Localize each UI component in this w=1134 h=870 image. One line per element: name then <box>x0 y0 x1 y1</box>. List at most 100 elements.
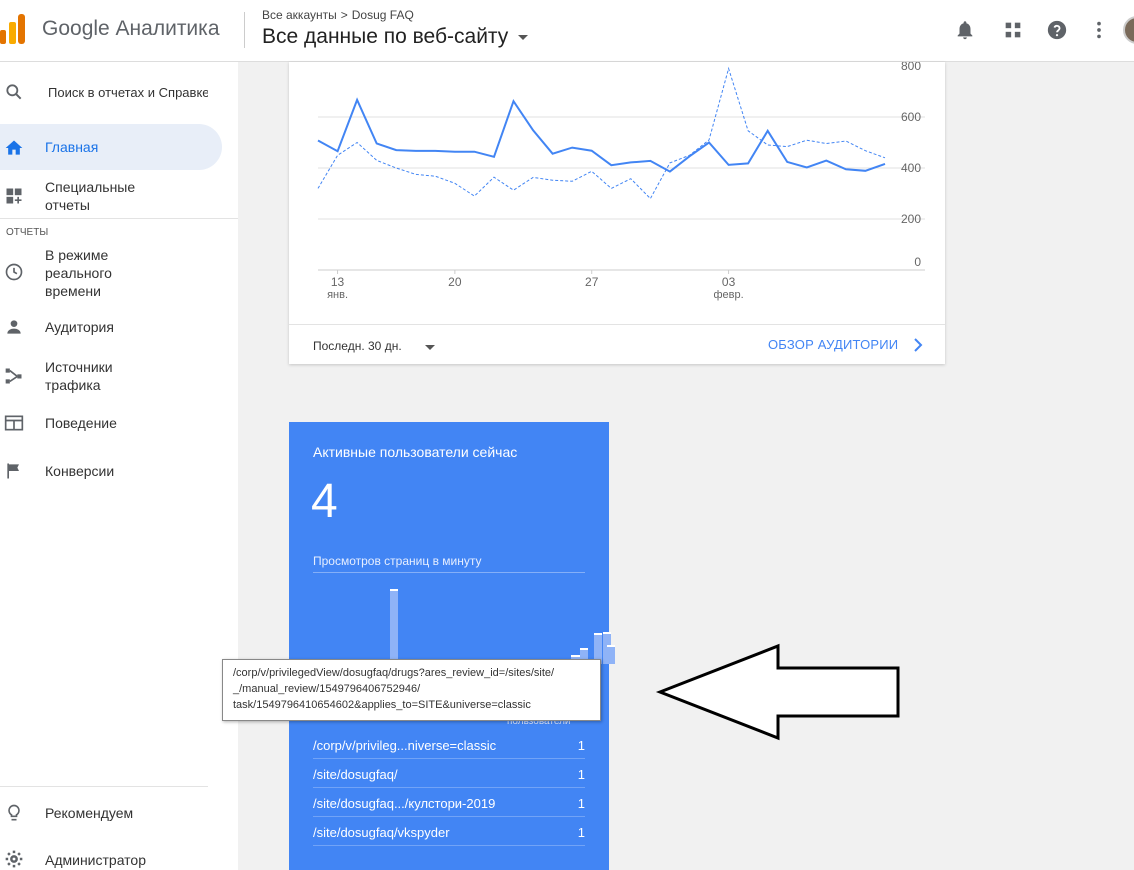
chevron-down-icon <box>518 34 529 40</box>
x-tick-label: 27 <box>585 275 599 289</box>
audience-overview-card: 800 600 400 200 0 13 янв. 20 27 03 февр. Последн. … <box>289 62 945 364</box>
page-users: 1 <box>577 767 585 782</box>
view-title: Все данные по веб-сайту <box>262 25 509 48</box>
flag-icon <box>7 463 19 479</box>
audience-overview-link[interactable]: ОБЗОР АУДИТОРИИ <box>768 337 898 352</box>
clock-icon <box>5 263 23 281</box>
dashboard-add-icon <box>6 188 22 204</box>
reports-section-header: ОТЧЕТЫ <box>6 227 49 238</box>
realtime-title: Активные пользователи сейчас <box>313 444 518 460</box>
page-users: 1 <box>577 738 585 753</box>
annotation-arrow-icon <box>655 643 900 741</box>
gear-icon <box>5 850 23 868</box>
sidebar-item-home[interactable]: Главная <box>0 124 222 170</box>
page-users: 1 <box>577 796 585 811</box>
comparison-series-line <box>317 66 886 200</box>
page-path: /site/dosugfaq.../кулстори-2019 <box>313 796 496 811</box>
x-tick-sublabel: янв. <box>327 289 348 301</box>
person-icon <box>7 320 21 334</box>
dropdown-caret-icon[interactable] <box>425 345 435 350</box>
x-tick-label: 03 <box>722 275 736 289</box>
sidebar-item-label: Поведение <box>45 415 117 431</box>
behavior-icon <box>4 415 24 431</box>
sessions-line-chart: 800 600 400 200 0 13янв. 20 27 03февр. <box>317 62 925 301</box>
y-tick-label: 800 <box>901 62 921 73</box>
product-name[interactable]: Google Аналитика <box>42 17 220 41</box>
sidebar-item-label: Конверсии <box>45 463 115 479</box>
search-icon <box>6 84 22 100</box>
bell-icon[interactable] <box>954 19 976 41</box>
sidebar-item-label: Главная <box>45 139 99 155</box>
y-tick-label: 0 <box>914 255 921 269</box>
header-divider <box>244 12 245 48</box>
sidebar-divider <box>0 786 208 787</box>
top-page-row[interactable]: /site/dosugfaq.../кулстори-2019 1 <box>313 788 585 817</box>
sidebar-item-label: В режиме реального времени <box>45 247 112 299</box>
pageviews-per-minute-label: Просмотров страниц в минуту <box>313 554 482 568</box>
search-box[interactable]: Поиск в отчетах и Справке <box>0 72 238 112</box>
top-page-row[interactable]: /corp/v/privileg...niverse=classic 1 <box>313 730 585 759</box>
page-path: /site/dosugfaq/ <box>313 767 398 782</box>
sidebar-item-acquisition[interactable]: Источники трафика <box>0 356 238 396</box>
x-tick-sublabel: февр. <box>713 289 743 301</box>
sidebar: Поиск в отчетах и Справке Главная Специа… <box>0 62 238 870</box>
x-tick-label: 13 <box>331 275 345 289</box>
date-range-selector[interactable]: Последн. 30 дн. <box>313 339 402 353</box>
pageviews-bar-chart <box>313 574 616 664</box>
sidebar-item-custom-reports[interactable]: Специальные отчеты <box>0 174 238 218</box>
page-users: 1 <box>577 825 585 840</box>
avatar[interactable] <box>1123 16 1134 44</box>
breadcrumb-account[interactable]: Dosug FAQ <box>352 8 414 22</box>
card-footer: Последн. 30 дн. ОБЗОР АУДИТОРИИ <box>289 324 945 364</box>
sidebar-item-label: Специальные отчеты <box>45 179 136 213</box>
top-page-row[interactable]: /site/dosugfaq/1 <box>313 759 585 788</box>
sidebar-divider <box>0 218 238 219</box>
sidebar-item-behavior[interactable]: Поведение <box>0 410 238 436</box>
sidebar-item-audience[interactable]: Аудитория <box>0 314 238 340</box>
active-users-count: 4 <box>311 475 338 528</box>
tooltip-line: _/manual_review/1549796406752946/ <box>233 683 421 695</box>
y-tick-label: 600 <box>901 110 921 124</box>
pageview-bar-cap <box>389 589 398 592</box>
page-path: /corp/v/privileg...niverse=classic <box>313 738 497 753</box>
x-tick-label: 20 <box>448 275 462 289</box>
y-tick-label: 400 <box>901 161 921 175</box>
breadcrumb[interactable]: Все аккаунты > Dosug FAQ <box>262 8 414 22</box>
pageview-bar <box>389 589 398 664</box>
help-icon[interactable] <box>1046 19 1068 41</box>
sidebar-item-label: Администратор <box>45 852 147 868</box>
top-page-row[interactable]: /site/dosugfaq/vkspyder 1 <box>313 817 585 846</box>
apps-grid-icon[interactable] <box>1002 19 1024 41</box>
breadcrumb-all-accounts[interactable]: Все аккаунты <box>262 8 337 22</box>
search-input[interactable]: Поиск в отчетах и Справке <box>48 85 208 100</box>
pageview-bar-cap <box>607 644 616 647</box>
sidebar-item-admin[interactable]: Администратор <box>0 848 238 870</box>
sidebar-item-recommend[interactable]: Рекомендуем <box>0 800 238 826</box>
realtime-card: Активные пользователи сейчас 4 Просмотро… <box>289 422 616 870</box>
breadcrumb-separator: > <box>340 8 348 22</box>
tooltip-line: /corp/v/privilegedView/dosugfaq/drugs?ar… <box>233 667 555 679</box>
more-vert-icon[interactable] <box>1088 19 1110 41</box>
chevron-right-icon[interactable] <box>913 338 923 352</box>
sidebar-item-label: Аудитория <box>45 319 114 335</box>
pageview-bar <box>607 644 616 664</box>
pageview-bar-cap <box>602 632 611 635</box>
sidebar-item-conversions[interactable]: Конверсии <box>0 458 238 484</box>
pageviews-divider <box>313 572 585 573</box>
top-bar: Google Аналитика Все аккаунты > Dosug FAQ … <box>0 0 1134 62</box>
pageview-bar-cap <box>580 648 588 651</box>
sessions-series-line <box>317 97 886 173</box>
pageview-bar-cap <box>593 633 602 636</box>
home-icon <box>5 140 23 155</box>
analytics-logo-icon <box>0 14 25 44</box>
page-path: /site/dosugfaq/vkspyder <box>313 825 450 840</box>
url-tooltip: /corp/v/privilegedView/dosugfaq/drugs?ar… <box>222 659 601 721</box>
view-selector[interactable]: Все данные по веб-сайту <box>262 25 529 49</box>
tooltip-line: task/1549796410654602&applies_to=SITE&un… <box>233 699 531 711</box>
acquisition-icon <box>5 368 22 384</box>
sidebar-item-label: Рекомендуем <box>45 805 134 821</box>
sidebar-item-label: Источники трафика <box>45 359 113 393</box>
lightbulb-icon <box>8 804 20 821</box>
sidebar-item-realtime[interactable]: В режиме реального времени <box>0 244 238 300</box>
y-tick-label: 200 <box>901 212 921 226</box>
